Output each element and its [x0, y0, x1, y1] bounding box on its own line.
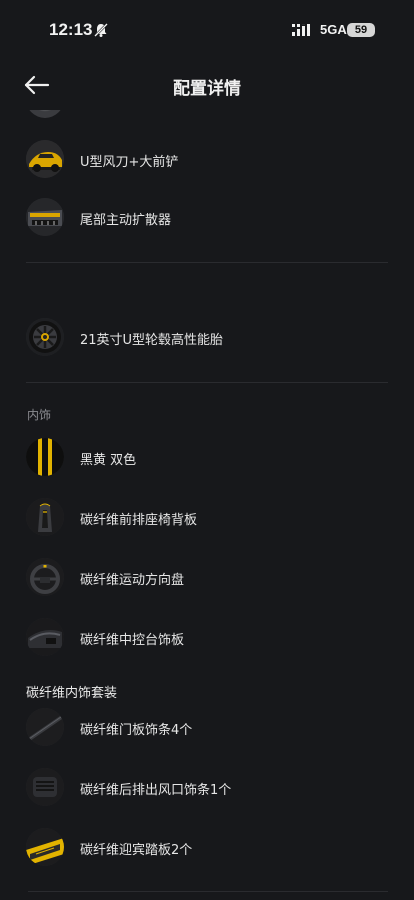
item-label: U型风刀+大前铲: [80, 155, 179, 170]
front-splitter-icon: [26, 140, 64, 178]
console-trim-icon: [26, 618, 64, 656]
door-trim-icon: [26, 708, 64, 746]
wheel-icon: [26, 318, 64, 356]
list-item: U型风刀+大前铲: [26, 140, 388, 180]
item-label: 碳纤维后排出风口饰条1个: [80, 783, 232, 798]
group-title-carbon-package: 碳纤维内饰套装: [26, 686, 118, 701]
config-list[interactable]: U型风刀+大前铲 尾部主动扩散器 21英寸U型轮毂高性能胎 内饰 黑黄 双色 碳…: [0, 110, 414, 900]
page-title: 配置详情: [173, 79, 241, 99]
list-item: 碳纤维门板饰条4个: [26, 708, 388, 748]
bottom-divider: [28, 891, 388, 892]
item-label: 碳纤维中控台饰板: [80, 633, 185, 648]
battery-indicator: 59: [347, 23, 375, 37]
status-time: 12:13: [49, 20, 93, 39]
item-label: 碳纤维门板饰条4个: [80, 723, 193, 738]
list-item: 尾部主动扩散器: [26, 198, 388, 238]
item-label: 碳纤维运动方向盘: [80, 573, 185, 588]
item-label: 碳纤维迎宾踏板2个: [80, 843, 193, 858]
rear-diffuser-icon: [26, 198, 64, 236]
item-label: 21英寸U型轮毂高性能胎: [80, 333, 224, 348]
sill-plate-icon: [26, 828, 64, 866]
item-label: 黑黄 双色: [80, 453, 137, 468]
list-item: 碳纤维后排出风口饰条1个: [26, 768, 388, 808]
network-type: 5GA: [320, 22, 347, 37]
list-item: 碳纤维前排座椅背板: [26, 498, 388, 538]
divider: [26, 262, 388, 263]
list-item: 21英寸U型轮毂高性能胎: [26, 318, 388, 358]
steering-wheel-icon: [26, 558, 64, 596]
car-thumbnail-icon: [26, 110, 64, 118]
nav-bar: 配置详情: [0, 60, 414, 110]
color-swatch-icon: [26, 438, 64, 476]
bell-muted-icon: [94, 23, 108, 37]
item-label: 尾部主动扩散器: [80, 213, 172, 228]
list-item: 碳纤维运动方向盘: [26, 558, 388, 598]
divider: [26, 382, 388, 383]
section-label-interior: 内饰: [27, 408, 52, 422]
list-item: 碳纤维迎宾踏板2个: [26, 828, 388, 868]
signal-icon: [292, 24, 310, 36]
list-item-partial: [26, 110, 388, 120]
item-label: 碳纤维前排座椅背板: [80, 513, 198, 528]
list-item: 碳纤维中控台饰板: [26, 618, 388, 658]
status-bar: 12:13 5GA 59: [0, 0, 414, 60]
list-item: 黑黄 双色: [26, 438, 388, 478]
seat-back-icon: [26, 498, 64, 536]
rear-vent-icon: [26, 768, 64, 806]
